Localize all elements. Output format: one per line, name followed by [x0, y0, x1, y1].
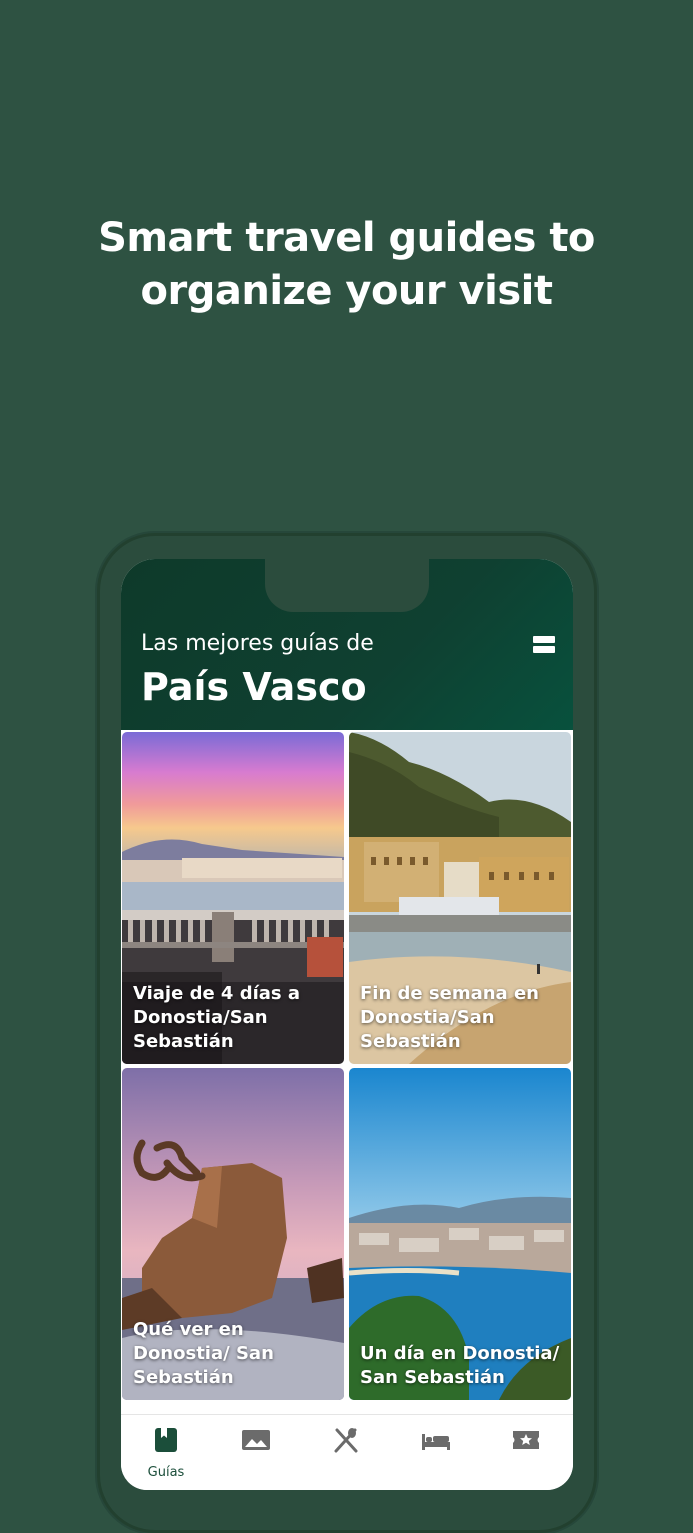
guide-card[interactable]: Un día en Donostia/ San Sebastián [349, 1068, 571, 1400]
ticket-star-icon [513, 1431, 539, 1449]
guide-title: Qué ver en Donostia/ San Sebastián [133, 1319, 274, 1388]
guide-title: Viaje de 4 días a Donostia/San Sebastián [133, 983, 301, 1052]
guides-grid: Viaje de 4 días a Donostia/San Sebastián [121, 731, 573, 1411]
promo-headline: Smart travel guides to organize your vis… [0, 212, 693, 318]
menu-icon[interactable] [533, 636, 555, 654]
tab-label: Guías [147, 1465, 185, 1480]
tab-activities[interactable] [481, 1415, 571, 1490]
promo-headline-line1: Smart travel guides to [98, 215, 595, 261]
cutlery-icon [334, 1428, 358, 1453]
guide-card[interactable]: Fin de semana en Donostia/San Sebastián [349, 732, 571, 1064]
image-icon [242, 1430, 270, 1450]
tab-guias[interactable]: Guías [121, 1415, 211, 1490]
tab-restaurants[interactable] [301, 1415, 391, 1490]
guide-card[interactable]: Viaje de 4 días a Donostia/San Sebastián [122, 732, 344, 1064]
bookmark-icon [155, 1428, 177, 1452]
promo-headline-line2: organize your visit [140, 268, 553, 314]
bed-icon [422, 1434, 450, 1450]
header-subtitle: Las mejores guías de [141, 631, 374, 656]
phone-screen: Las mejores guías de País Vasco Viaje de… [121, 559, 573, 1490]
bottom-tab-bar: Guías [121, 1414, 573, 1490]
phone-notch [265, 559, 429, 612]
header-title: País Vasco [141, 665, 367, 709]
guide-card[interactable]: Qué ver en Donostia/ San Sebastián [122, 1068, 344, 1400]
tab-photos[interactable] [211, 1415, 301, 1490]
guide-title: Un día en Donostia/ San Sebastián [360, 1343, 560, 1388]
guide-title: Fin de semana en Donostia/San Sebastián [360, 983, 539, 1052]
tab-hotels[interactable] [391, 1415, 481, 1490]
